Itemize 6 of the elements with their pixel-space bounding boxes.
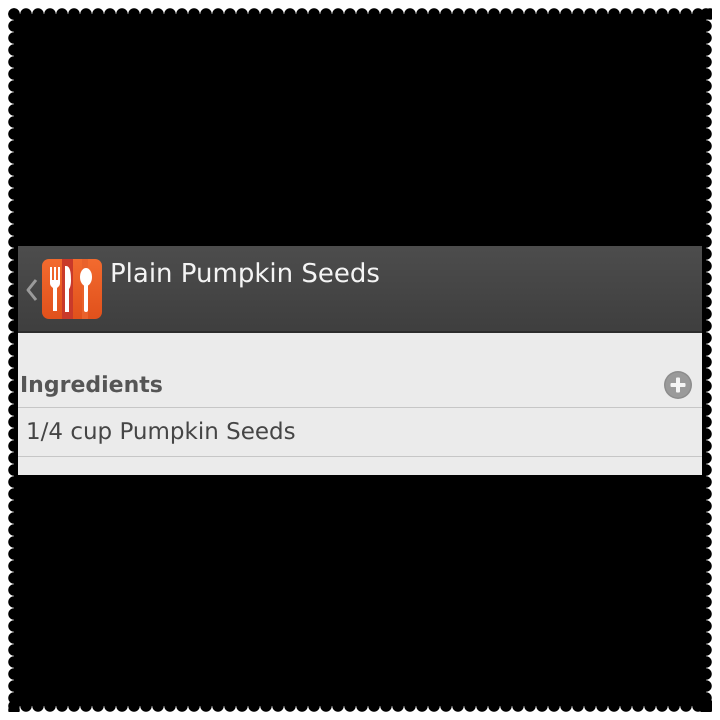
ingredient-item[interactable]: 1/4 cup Pumpkin Seeds <box>26 418 296 446</box>
back-icon[interactable] <box>26 278 38 300</box>
recipe-title: Plain Pumpkin Seeds <box>110 258 380 288</box>
utensils-logo-icon <box>42 258 102 318</box>
section-heading: Ingredients <box>20 372 163 398</box>
add-icon[interactable] <box>664 370 692 398</box>
